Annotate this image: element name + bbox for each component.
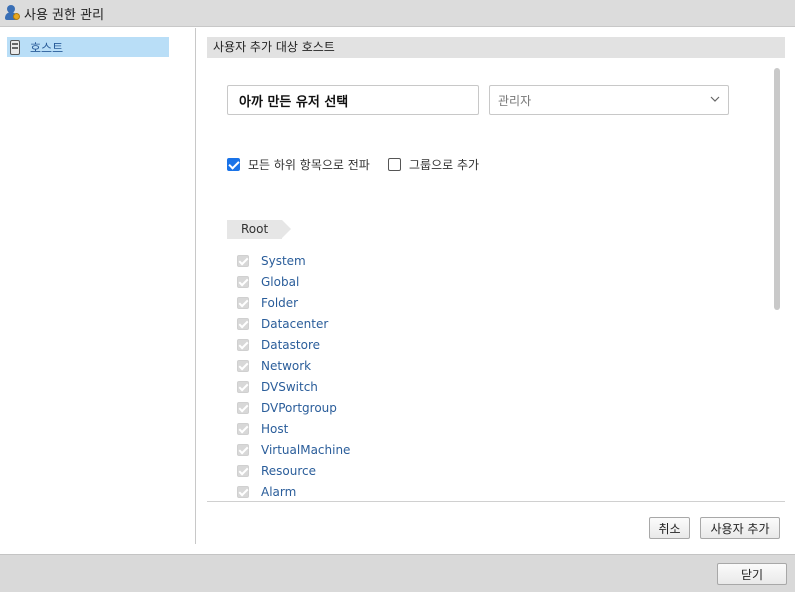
privilege-row: Alarm	[237, 481, 757, 500]
propagate-label: 모든 하위 항목으로 전파	[248, 157, 370, 172]
privilege-row: DVSwitch	[237, 376, 757, 397]
privilege-checkbox	[237, 359, 249, 372]
sidebar-item-host[interactable]: 호스트	[7, 37, 169, 57]
privilege-name[interactable]: DVSwitch	[261, 380, 318, 394]
user-select-input[interactable]	[227, 85, 479, 115]
cancel-button[interactable]: 취소	[649, 517, 690, 539]
privilege-checkbox	[237, 464, 249, 477]
add-as-group-option[interactable]: 그룹으로 추가	[388, 156, 479, 172]
privilege-checkbox	[237, 338, 249, 351]
privilege-name[interactable]: Host	[261, 422, 288, 436]
section-header: 사용자 추가 대상 호스트	[207, 37, 785, 58]
privilege-name[interactable]: Datastore	[261, 338, 320, 352]
host-icon	[10, 39, 20, 55]
privilege-name[interactable]: Alarm	[261, 485, 296, 499]
privilege-row: Datastore	[237, 334, 757, 355]
close-button[interactable]: 닫기	[717, 563, 787, 585]
user-permission-icon	[4, 5, 20, 21]
add-as-group-checkbox[interactable]	[388, 157, 401, 171]
privilege-checkbox	[237, 275, 249, 288]
footer-bar	[0, 554, 795, 592]
window-title: 사용 권한 관리	[24, 7, 105, 23]
privilege-row: System	[237, 250, 757, 271]
title-bar: 사용 권한 관리	[0, 0, 795, 27]
privilege-list: System Global Folder Datacenter Datastor…	[237, 250, 757, 500]
privilege-checkbox	[237, 443, 249, 456]
privilege-row: Folder	[237, 292, 757, 313]
privilege-name[interactable]: Resource	[261, 464, 316, 478]
add-as-group-label: 그룹으로 추가	[409, 157, 480, 172]
privilege-checkbox	[237, 401, 249, 414]
privilege-row: DVPortgroup	[237, 397, 757, 418]
privilege-row: Network	[237, 355, 757, 376]
privilege-name[interactable]: Folder	[261, 296, 298, 310]
privilege-name[interactable]: VirtualMachine	[261, 443, 350, 457]
privilege-checkbox	[237, 254, 249, 267]
privilege-name[interactable]: Network	[261, 359, 311, 373]
propagate-checkbox[interactable]	[227, 157, 240, 171]
divider	[207, 501, 785, 502]
privilege-name[interactable]: DVPortgroup	[261, 401, 337, 415]
privilege-row: Host	[237, 418, 757, 439]
privilege-checkbox	[237, 317, 249, 330]
privilege-row: VirtualMachine	[237, 439, 757, 460]
privilege-checkbox	[237, 422, 249, 435]
role-select-value: 관리자	[498, 93, 532, 108]
role-select[interactable]: 관리자	[489, 85, 729, 115]
propagate-option[interactable]: 모든 하위 항목으로 전파	[227, 156, 370, 172]
privilege-row: Global	[237, 271, 757, 292]
privilege-name[interactable]: Datacenter	[261, 317, 328, 331]
breadcrumb-root[interactable]: Root	[227, 220, 292, 239]
privilege-checkbox	[237, 380, 249, 393]
privilege-row: Resource	[237, 460, 757, 481]
sidebar-item-label: 호스트	[30, 40, 64, 55]
privilege-name[interactable]: Global	[261, 275, 299, 289]
privilege-checkbox	[237, 296, 249, 309]
privilege-row: Datacenter	[237, 313, 757, 334]
vertical-scrollbar[interactable]	[774, 68, 780, 310]
chevron-down-icon	[710, 96, 720, 102]
privilege-checkbox	[237, 485, 249, 498]
privilege-name[interactable]: System	[261, 254, 306, 268]
sidebar: 호스트	[0, 28, 196, 544]
add-user-button[interactable]: 사용자 추가	[700, 517, 780, 539]
